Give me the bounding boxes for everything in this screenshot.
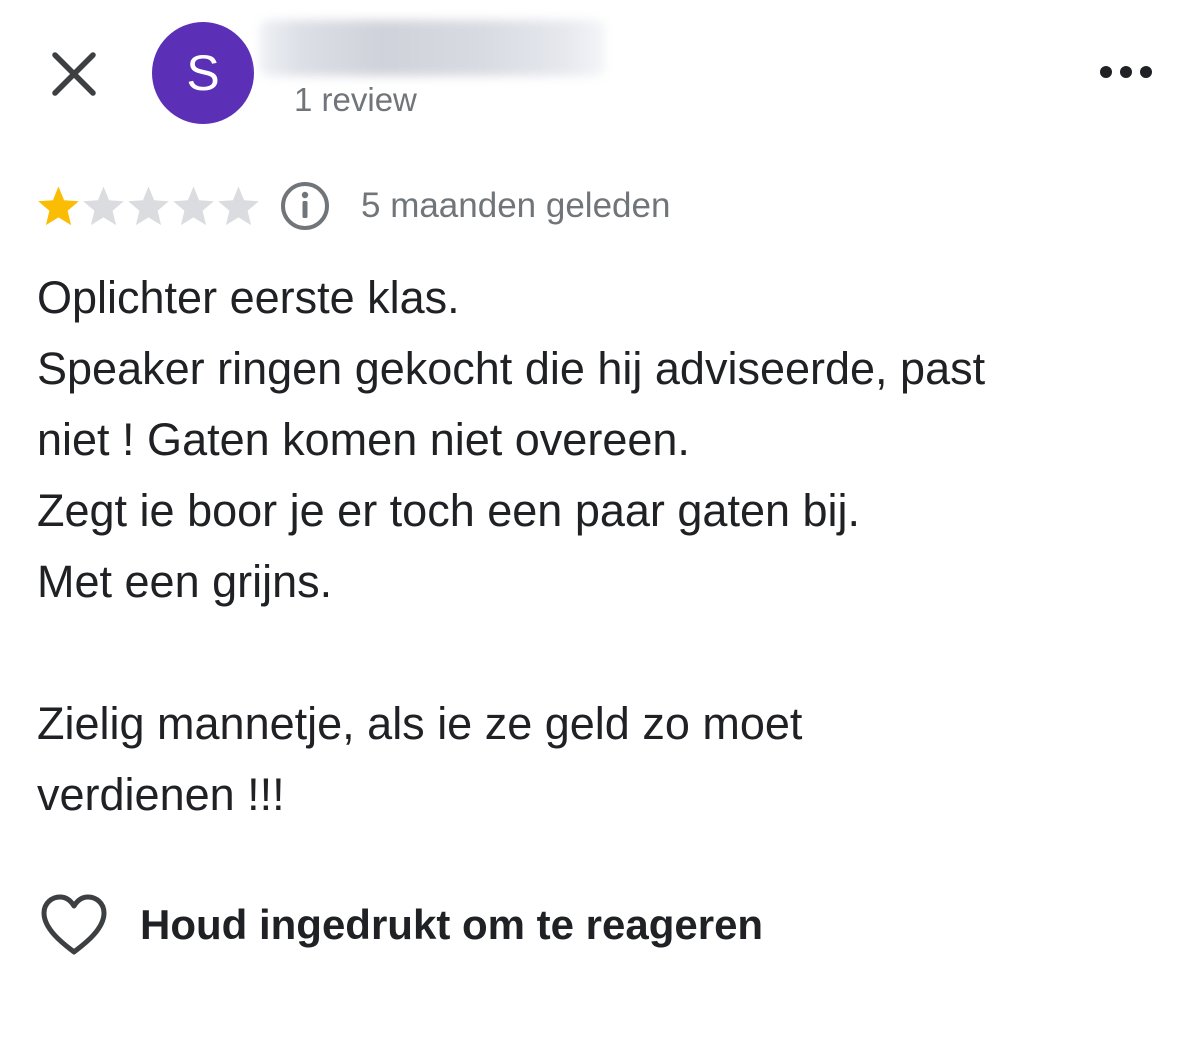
more-horizontal-icon: [1100, 66, 1152, 78]
review-text-line: verdienen !!!: [37, 769, 285, 820]
review-text-line: Met een grijns.: [37, 556, 333, 607]
star-rating: [36, 184, 261, 229]
review-text-line: Speaker ringen gekocht die hij adviseerd…: [37, 343, 986, 394]
star-empty-icon: [83, 186, 124, 225]
close-icon: [52, 52, 96, 96]
review-text-line: niet ! Gaten komen niet overeen.: [37, 414, 690, 465]
close-button[interactable]: [44, 44, 104, 104]
avatar-initial: S: [186, 45, 220, 101]
react-label: Houd ingedrukt om te reageren: [140, 901, 764, 948]
star-empty-icon: [173, 186, 214, 225]
more-options-button[interactable]: [1090, 50, 1162, 94]
review-meta: 5 maanden geleden: [36, 180, 670, 232]
review-count[interactable]: 1 review: [294, 80, 417, 120]
review-text-line: Oplichter eerste klas.: [37, 272, 460, 323]
react-button[interactable]: Houd ingedrukt om te reageren: [38, 890, 763, 960]
review-text-line: Zegt ie boor je er toch een paar gaten b…: [37, 485, 861, 536]
review-text-line: Zielig mannetje, als ie ze geld zo moet: [37, 698, 803, 749]
star-empty-icon: [128, 186, 169, 225]
star-filled-icon: [38, 186, 79, 225]
heart-icon: [41, 894, 107, 955]
star-empty-icon: [218, 186, 259, 225]
review-date: 5 maanden geleden: [361, 186, 671, 225]
review-blank-line: [37, 617, 1177, 688]
avatar[interactable]: S: [152, 22, 254, 124]
author-name-blurred[interactable]: [260, 20, 605, 76]
review-text: Oplichter eerste klas. Speaker ringen gek…: [37, 262, 1177, 830]
info-icon[interactable]: [279, 180, 331, 232]
